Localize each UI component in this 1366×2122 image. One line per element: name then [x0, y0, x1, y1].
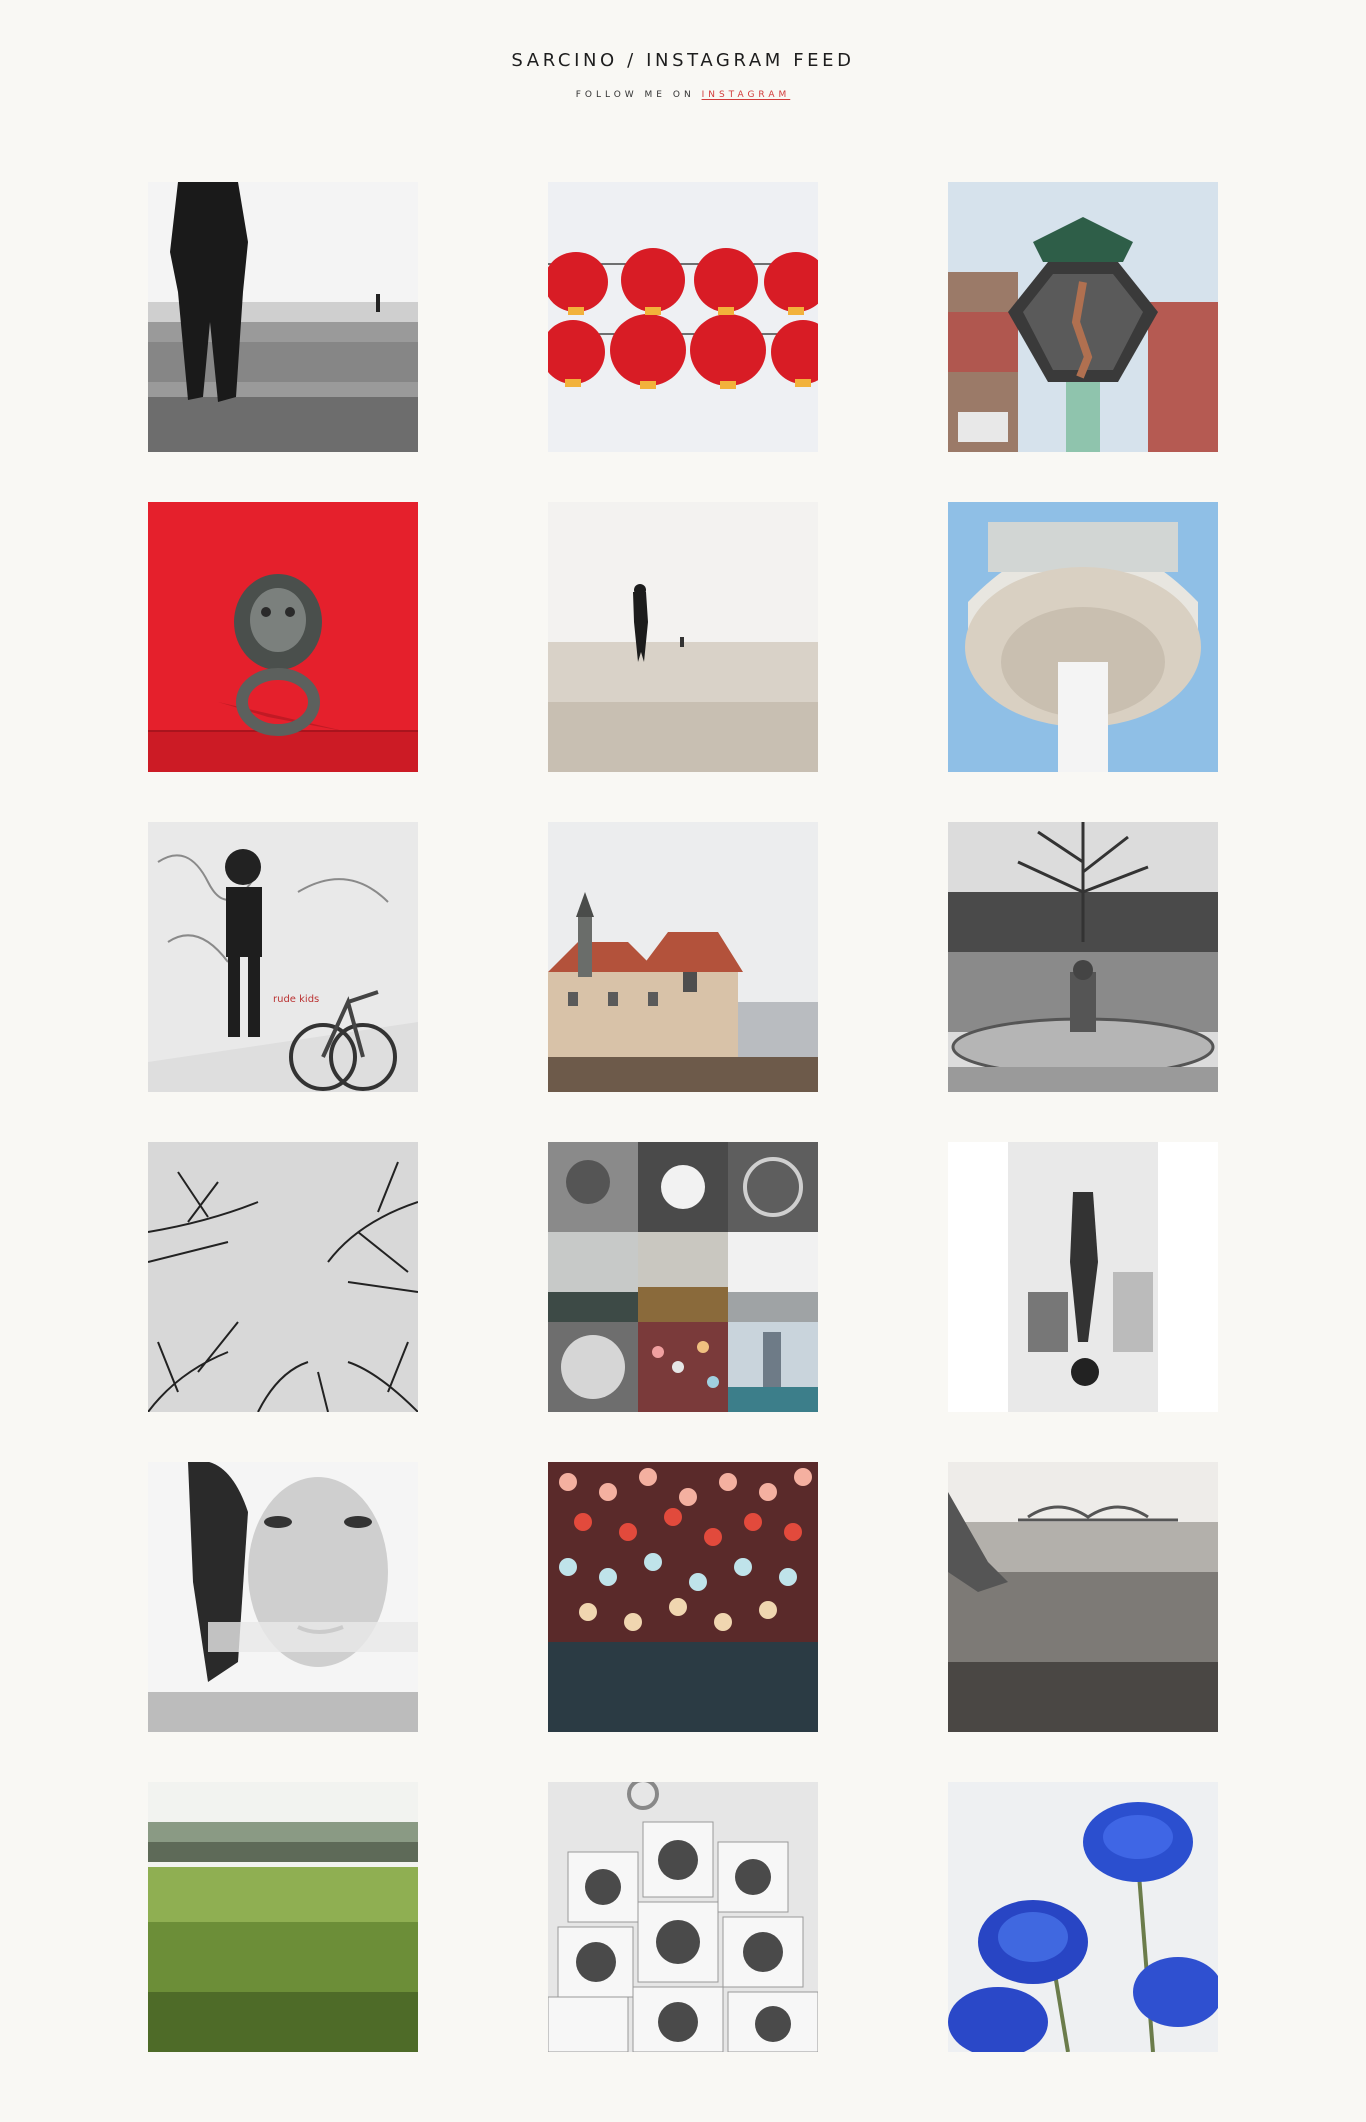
photo-grid: rude kids — [148, 182, 1218, 2052]
photo-tile-portrait[interactable] — [148, 1462, 418, 1732]
park-fountain-image — [948, 822, 1218, 1092]
photo-tile-bare-trees[interactable] — [148, 1142, 418, 1412]
instagram-link[interactable]: INSTAGRAM — [702, 90, 791, 100]
street-art-image: rude kids — [148, 822, 418, 1092]
river-bridge-image — [948, 1462, 1218, 1732]
site-title: SARCINO / INSTAGRAM FEED — [511, 50, 855, 71]
photo-tile-statue-sea[interactable] — [548, 502, 818, 772]
photo-tile-radio-tower[interactable] — [948, 502, 1218, 772]
photo-tile-candles[interactable] — [548, 1462, 818, 1732]
bare-trees-image — [148, 1142, 418, 1412]
street-lamp-image — [948, 182, 1218, 452]
beach-statue-image — [148, 182, 418, 452]
radio-tower-image — [948, 502, 1218, 772]
portrait-image — [148, 1462, 418, 1732]
red-lanterns-image — [548, 182, 818, 452]
candles-image — [548, 1462, 818, 1732]
statue-sea-image — [548, 502, 818, 772]
photo-tile-blue-flowers[interactable] — [948, 1782, 1218, 2052]
washing-machines-image — [548, 1782, 818, 2052]
photo-tile-beach-statue[interactable] — [148, 182, 418, 452]
follow-prefix: FOLLOW ME ON — [575, 90, 695, 100]
follow-line: FOLLOW ME ON INSTAGRAM — [0, 90, 1366, 100]
blue-flowers-image — [948, 1782, 1218, 2052]
photo-tile-collage[interactable] — [548, 1142, 818, 1412]
photo-tile-street-art[interactable]: rude kids — [148, 822, 418, 1092]
photo-tile-red-lanterns[interactable] — [548, 182, 818, 452]
photo-tile-river-bridge[interactable] — [948, 1462, 1218, 1732]
dancer-image — [948, 1142, 1218, 1412]
collage-image — [548, 1142, 818, 1412]
photo-tile-street-lamp[interactable] — [948, 182, 1218, 452]
photo-tile-park-fountain[interactable] — [948, 822, 1218, 1092]
castle-image — [548, 822, 818, 1092]
photo-tile-dancer[interactable] — [948, 1142, 1218, 1412]
meadow-image — [148, 1782, 418, 2052]
svg-text:rude kids: rude kids — [273, 994, 319, 1005]
photo-tile-washing-machines[interactable] — [548, 1782, 818, 2052]
photo-tile-castle[interactable] — [548, 822, 818, 1092]
photo-tile-lion-knocker[interactable] — [148, 502, 418, 772]
lion-knocker-image — [148, 502, 418, 772]
photo-tile-meadow[interactable] — [148, 1782, 418, 2052]
